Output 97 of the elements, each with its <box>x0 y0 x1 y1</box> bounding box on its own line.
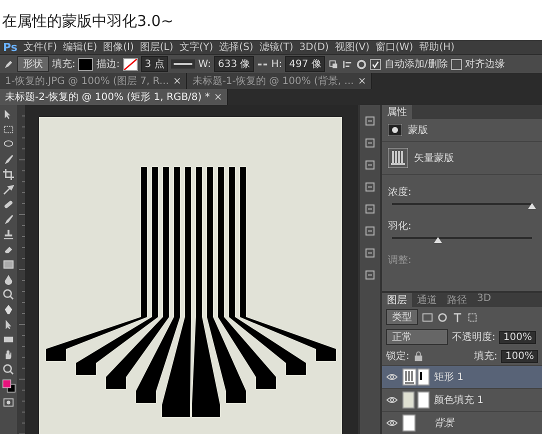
menu-item[interactable]: 3D(D) <box>299 42 329 52</box>
brush-icon[interactable] <box>3 214 14 225</box>
shape-mode-dropdown[interactable]: 形状 <box>17 56 49 72</box>
mask-icon <box>388 124 402 136</box>
color-swatches-icon[interactable] <box>2 379 16 393</box>
panel-icon[interactable] <box>364 159 376 171</box>
background-layer-thumbnail-icon <box>402 414 416 432</box>
panel-tab[interactable]: 通道 <box>412 293 442 307</box>
stroke-width-field[interactable]: 3 点 <box>140 56 168 72</box>
width-field[interactable]: 633 像 <box>214 56 254 72</box>
circle-filter-icon[interactable] <box>437 312 448 322</box>
mask-type-label: 蒙版 <box>408 124 428 137</box>
menu-item[interactable]: 帮助(H) <box>419 40 455 54</box>
panel-tab[interactable]: 3D <box>472 293 496 307</box>
height-label: H: <box>271 58 282 70</box>
height-field[interactable]: 497 像 <box>285 56 326 72</box>
magnifier-icon[interactable] <box>3 289 14 300</box>
lock-icon[interactable] <box>413 350 424 362</box>
slider-thumb[interactable] <box>528 203 536 209</box>
menu-item[interactable]: 图像(I) <box>103 40 134 54</box>
image-filter-icon[interactable] <box>422 312 433 322</box>
brush-icon[interactable] <box>3 154 14 165</box>
slider-thumb[interactable] <box>434 237 442 243</box>
stroke-label: 描边: <box>96 58 120 71</box>
fill-label: 填充: <box>474 350 498 363</box>
document-tab[interactable]: 未标题-1-恢复的 @ 100% (背景, ... × <box>187 73 372 89</box>
panel-icon[interactable] <box>364 225 376 237</box>
panel-icon[interactable] <box>364 203 376 215</box>
fill-field[interactable]: 100% <box>501 350 538 362</box>
panel-icon[interactable] <box>364 181 376 193</box>
properties-tab[interactable]: 属性 <box>382 105 412 119</box>
checkbox[interactable] <box>450 58 462 70</box>
stroke-style-dropdown[interactable] <box>171 59 196 69</box>
type-filter-icon[interactable] <box>452 312 463 322</box>
vector-mask-thumbnail-icon[interactable] <box>388 148 408 168</box>
document-tab[interactable]: 1-恢复的.JPG @ 100% (图层 7, R... × <box>0 73 188 89</box>
menu-item[interactable]: 选择(S) <box>219 40 254 54</box>
eye-icon[interactable] <box>386 396 398 404</box>
menu-item[interactable]: 文字(Y) <box>179 40 214 54</box>
menu-item[interactable]: 文件(F) <box>23 40 57 54</box>
panel-tab[interactable]: 图层 <box>382 293 412 307</box>
quick-mask-icon[interactable] <box>3 397 14 408</box>
panel-tab[interactable]: 路径 <box>442 293 472 307</box>
menu-item[interactable]: 编辑(E) <box>62 40 98 54</box>
panel-icon[interactable] <box>364 247 376 259</box>
width-label: W: <box>198 58 211 70</box>
layer-row[interactable]: 颜色填充 1 <box>382 388 542 411</box>
document-tab[interactable]: 未标题-2-恢复的 @ 100% (矩形 1, RGB/8) * × <box>0 89 228 105</box>
gear-icon[interactable] <box>356 58 368 70</box>
no-stroke-swatch[interactable] <box>122 58 138 70</box>
magnifier-icon[interactable] <box>3 364 14 375</box>
eraser-icon[interactable] <box>3 244 14 255</box>
blend-mode-dropdown[interactable]: 正常 <box>386 329 448 345</box>
pointer-icon[interactable] <box>3 319 14 330</box>
opacity-label: 不透明度: <box>452 330 496 344</box>
stamp-icon[interactable] <box>3 229 14 240</box>
close-tab-button[interactable]: × <box>172 76 182 86</box>
post-heading: 在属性的蒙版中羽化3.0~ <box>1 11 174 32</box>
layer-row[interactable]: 矩形 1 <box>382 365 542 388</box>
droplet-icon[interactable] <box>3 274 14 285</box>
fill-layer-thumbnail-icon <box>402 391 430 409</box>
app-logo[interactable]: Ps <box>3 40 18 54</box>
eye-icon[interactable] <box>386 419 398 427</box>
panel-icon[interactable] <box>364 137 376 149</box>
checkbox[interactable] <box>370 58 382 70</box>
shape-layer-thumbnail-icon <box>402 368 430 386</box>
menu-item[interactable]: 图层(L) <box>140 40 174 54</box>
marquee-icon[interactable] <box>3 124 14 135</box>
checkbox-label: 对齐边缘 <box>464 58 505 71</box>
crop-icon[interactable] <box>3 169 14 180</box>
opacity-field[interactable]: 100% <box>499 330 536 344</box>
fill-label: 填充: <box>52 58 76 71</box>
align-icon[interactable] <box>342 58 354 70</box>
eyedropper-icon[interactable] <box>3 184 14 195</box>
rectangle-icon[interactable] <box>3 334 14 345</box>
fill-swatch[interactable] <box>78 58 94 70</box>
lock-label: 锁定: <box>386 350 410 363</box>
lasso-icon[interactable] <box>3 139 14 150</box>
menu-item[interactable]: 滤镜(T) <box>259 40 294 54</box>
menu-item[interactable]: 窗口(W) <box>375 40 414 54</box>
layer-row[interactable]: 背景 <box>382 411 542 434</box>
path-operations-icon[interactable] <box>328 58 340 70</box>
filter-dropdown[interactable]: 类型 <box>386 309 418 325</box>
menu-item[interactable]: 视图(V) <box>334 40 370 54</box>
checkbox-label: 自动添加/删除 <box>384 58 448 71</box>
panel-icon[interactable] <box>364 269 376 281</box>
adjust-label: 调整: <box>387 254 412 268</box>
gradient-icon[interactable] <box>3 259 14 270</box>
close-tab-button[interactable]: × <box>214 92 222 102</box>
hand-icon[interactable] <box>3 349 14 360</box>
eye-icon[interactable] <box>386 373 398 381</box>
vector-mask-label: 矢量蒙版 <box>414 152 454 165</box>
close-tab-button[interactable]: × <box>358 76 366 86</box>
shape-filter-icon[interactable] <box>467 312 478 322</box>
slider-label: 羽化: <box>388 220 412 233</box>
panel-icon[interactable] <box>364 115 376 127</box>
slider-label: 浓度: <box>388 186 412 199</box>
